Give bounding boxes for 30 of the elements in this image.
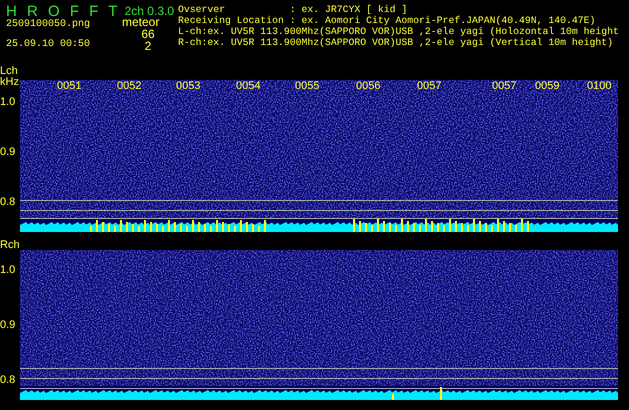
info-line: Ovserver : ex. JR7CYX [ kid ] <box>178 4 408 15</box>
time-label: 0055 <box>295 81 320 92</box>
meteor-label: meteor <box>122 16 160 28</box>
time-label: 0053 <box>176 81 200 92</box>
time-label: 0051 <box>57 81 82 92</box>
app-title: H R O F F T <box>6 4 118 19</box>
meteor-count: 66 <box>140 28 156 40</box>
info-line: Receiving Location : ex. Aomori City Aomori-Pref.JAPAN(40.49N, 140.47E) <box>178 15 596 26</box>
info-line: L-ch:ex. UV5R 113.900Mhz(SAPPORO VOR)USB ,2-ele yagi (Holozontal 10m height <box>178 26 619 37</box>
channel-label: Rch <box>0 240 20 251</box>
filename-label: 2509100050.png <box>6 19 90 30</box>
time-label: 0056 <box>356 81 380 92</box>
frequency-tick-label: 1.0 <box>0 97 16 108</box>
frequency-tick-label: 0.8 <box>0 197 16 208</box>
channel-label: Lch <box>0 66 19 77</box>
time-label: 0052 <box>117 81 142 92</box>
info-line: R-ch:ex. UV5R 113.900Mhz(SAPPORO VOR)USB ,2-ele yagi (Vertical 10m height) <box>178 37 614 48</box>
time-label: 0057 <box>417 81 442 92</box>
version-label: 2ch 0.3.0 <box>124 4 174 18</box>
datetime-label: 25.09.10 00:50 <box>6 39 90 50</box>
frequency-tick-label: 0.9 <box>0 147 16 158</box>
time-label: 0054 <box>236 81 260 92</box>
time-label: 0059 <box>535 81 560 92</box>
frequency-tick-label: 0.9 <box>0 320 16 331</box>
unit-label: kHz <box>0 77 20 88</box>
frequency-tick-label: 1.0 <box>0 265 16 276</box>
time-label: 0057 <box>492 81 516 92</box>
meteor-count: 2 <box>144 40 152 52</box>
time-label: 0100 <box>587 81 612 92</box>
frequency-tick-label: 0.8 <box>0 375 16 386</box>
